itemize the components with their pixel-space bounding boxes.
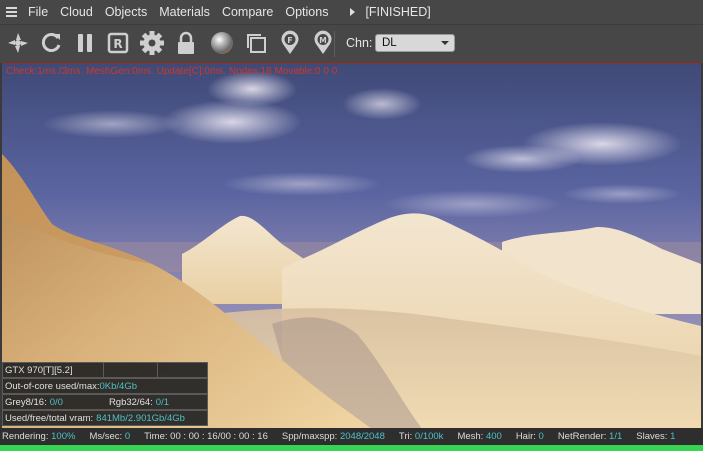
mesh-value: 400 — [485, 431, 502, 442]
menu-file[interactable]: File — [28, 5, 48, 19]
render-status: [FINISHED] — [365, 5, 431, 19]
menu-materials[interactable]: Materials — [159, 5, 210, 19]
mssec-label: Ms/sec: — [89, 431, 123, 442]
rgb-label: Rgb32/64: — [108, 396, 153, 408]
render-progress-bar — [0, 445, 703, 451]
time-stat: Time: 00 : 00 : 16/00 : 00 : 16 — [144, 431, 268, 442]
time-value: 00 : 00 : 16/00 : 00 : 16 — [170, 431, 268, 442]
mesh-label: Mesh: — [457, 431, 484, 442]
hair-stat: Hair: 0 — [516, 431, 544, 442]
mssec-value: 0 — [124, 431, 131, 442]
channel-value: DL — [382, 37, 397, 49]
texture-count-box: Grey8/16: 0/0 Rgb32/64: 0/1 — [2, 394, 208, 410]
hamburger-menu-icon[interactable] — [6, 0, 28, 24]
render-progress-fill — [0, 445, 703, 451]
tri-stat: Tri: 0/100k — [399, 431, 444, 442]
gpu-cell-empty — [104, 363, 158, 377]
focus-pick-icon[interactable]: F — [276, 29, 304, 57]
svg-text:R: R — [113, 37, 122, 51]
channel-select[interactable]: DL — [375, 34, 455, 52]
menu-compare[interactable]: Compare — [222, 5, 273, 19]
out-of-core-label: Out-of-core used/max: — [5, 380, 100, 392]
menu-cloud[interactable]: Cloud — [60, 5, 93, 19]
rendering-value: 100% — [51, 431, 76, 442]
channel-label: Chn: — [346, 36, 373, 50]
netrender-stat: NetRender: 1/1 — [558, 431, 622, 442]
slaves-label: Slaves: — [636, 431, 668, 442]
svg-text:M: M — [319, 36, 326, 45]
restart-icon[interactable] — [37, 29, 65, 57]
spp-label: Spp/maxspp: — [281, 431, 338, 442]
hair-label: Hair: — [515, 431, 536, 442]
svg-text:F: F — [287, 36, 292, 45]
vram-value: 841Mb/2.901Gb/4Gb — [96, 412, 185, 424]
mesh-stat: Mesh: 400 — [457, 431, 501, 442]
play-arrow-icon — [350, 8, 356, 16]
render-stats-overlay: Check:1ms./3ms. MeshGen:0ms. Update[C]:0… — [6, 66, 338, 77]
lock-icon[interactable] — [172, 29, 200, 57]
spp-value: 2048/2048 — [339, 431, 385, 442]
status-bar: Rendering: 100% Ms/sec: 0 Time: 00 : 00 … — [0, 428, 703, 445]
mssec-stat: Ms/sec: 0 — [89, 431, 130, 442]
rendering-label: Rendering: — [2, 431, 49, 442]
gpu-info-box: GTX 970[T][5.2] — [2, 362, 208, 378]
grey-label: Grey8/16: — [5, 396, 47, 408]
netrender-label: NetRender: — [557, 431, 607, 442]
slaves-value: 1 — [670, 431, 676, 442]
spp-stat: Spp/maxspp: 2048/2048 — [282, 431, 385, 442]
toolbar-separator — [334, 31, 335, 57]
grey-value: 0/0 — [49, 396, 63, 408]
pause-icon[interactable] — [71, 29, 99, 57]
menu-options[interactable]: Options — [285, 5, 328, 19]
menu-objects[interactable]: Objects — [105, 5, 147, 19]
reset-camera-icon[interactable] — [4, 29, 32, 57]
focus-frame-icon[interactable] — [242, 29, 270, 57]
out-of-core-box: Out-of-core used/max: 0Kb/4Gb — [2, 378, 208, 394]
vram-box: Used/free/total vram: 841Mb/2.901Gb/4Gb — [2, 410, 208, 426]
vram-label: Used/free/total vram: — [5, 412, 94, 424]
toolbar: R F M Chn: DL — [0, 24, 703, 63]
time-label: Time: — [144, 431, 168, 442]
gpu-name: GTX 970[T][5.2] — [3, 363, 104, 377]
menu-bar: File Cloud Objects Materials Compare Opt… — [0, 0, 703, 24]
rgb-value: 0/1 — [155, 396, 169, 408]
region-render-icon[interactable]: R — [104, 29, 132, 57]
slaves-stat: Slaves: 1 — [636, 431, 675, 442]
out-of-core-value: 0Kb/4Gb — [99, 380, 138, 392]
material-pick-icon[interactable]: M — [309, 29, 337, 57]
netrender-value: 1/1 — [609, 431, 623, 442]
material-sphere-icon[interactable] — [208, 29, 236, 57]
tri-value: 0/100k — [414, 431, 444, 442]
chevron-down-icon — [441, 41, 449, 45]
hair-value: 0 — [538, 431, 544, 442]
rendering-stat: Rendering: 100% — [2, 431, 75, 442]
settings-gear-icon[interactable] — [138, 29, 166, 57]
tri-label: Tri: — [398, 431, 413, 442]
